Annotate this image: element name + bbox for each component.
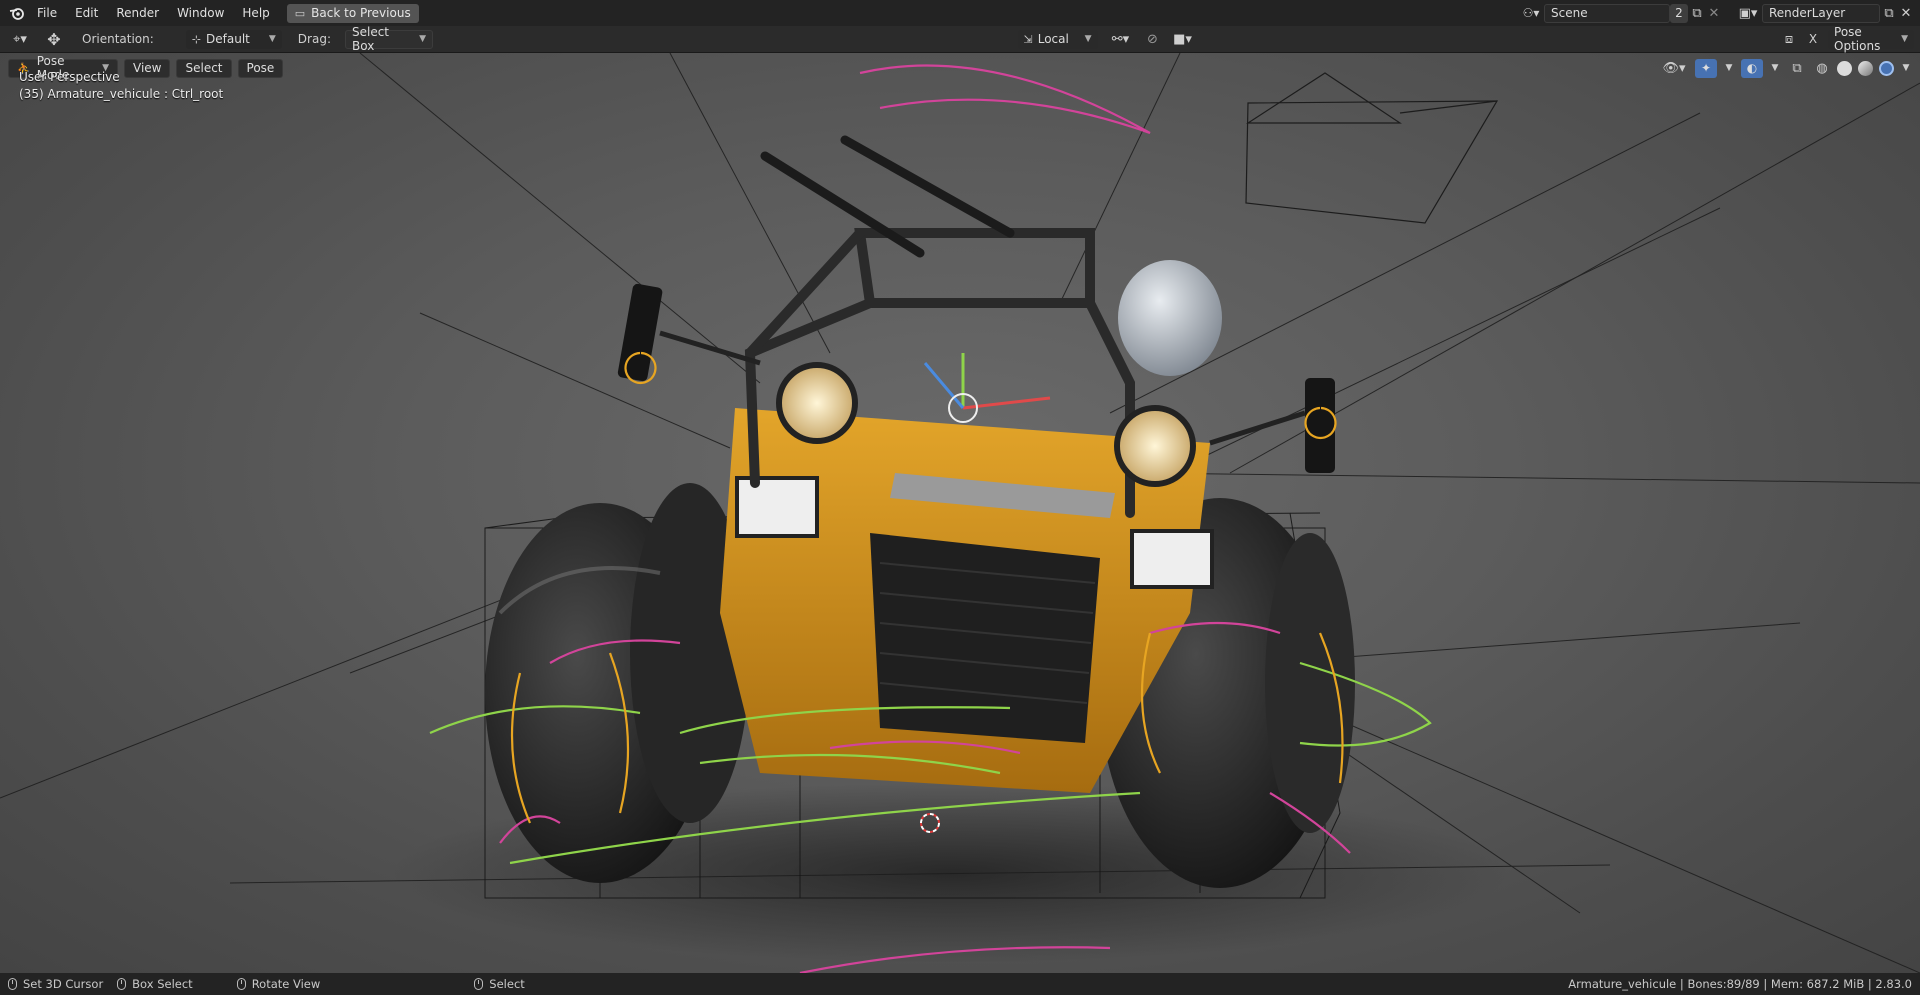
gizmo-icon[interactable]: ✦	[1695, 58, 1717, 78]
orientation-label: Orientation:	[82, 32, 154, 46]
menu-render[interactable]: Render	[107, 3, 168, 23]
wireframe-shading-icon[interactable]: ◍	[1813, 61, 1831, 76]
chevron-down-icon[interactable]: ▼	[1723, 63, 1735, 73]
screen-back-icon: ▭	[294, 6, 306, 20]
3d-viewport[interactable]: ⛹ Pose Mode ▼ View Select Pose 👁▾ ✦ ▼ ◐ …	[0, 53, 1920, 973]
chevron-down-icon: ▼	[1084, 34, 1092, 44]
delete-view-layer-icon[interactable]: ✕	[1898, 6, 1914, 21]
status-hint-rotate: Rotate View	[236, 977, 321, 991]
mouse-middle-icon	[236, 978, 246, 990]
viewport-header: ⛹ Pose Mode ▼ View Select Pose 👁▾ ✦ ▼ ◐ …	[0, 54, 1920, 82]
scene-type-icon[interactable]: ⚇▾	[1518, 6, 1544, 20]
scene-users-count: 2	[1670, 3, 1688, 23]
transform-orientation-dropdown[interactable]: ⇲ Local ▼	[1017, 29, 1098, 49]
menu-window[interactable]: Window	[168, 3, 233, 23]
viewport-menu-select[interactable]: Select	[176, 58, 232, 78]
scene-name: Scene	[1551, 6, 1588, 20]
status-hint-label: Select	[489, 977, 525, 991]
overlays-icon[interactable]: ◐	[1741, 58, 1763, 78]
scene-users-label: 2	[1675, 6, 1683, 20]
pivot-point-icon[interactable]: ⚯▾	[1106, 32, 1136, 47]
drag-dropdown[interactable]: Select Box ▼	[344, 25, 433, 53]
viewport-menu-pose[interactable]: Pose	[237, 58, 284, 78]
view-layer-name: RenderLayer	[1769, 6, 1846, 20]
local-axes-icon: ⇲	[1023, 32, 1033, 46]
status-hint-select: Select	[474, 977, 525, 991]
scene-render	[0, 53, 1920, 973]
view-layer-icon[interactable]: ▣▾	[1734, 6, 1762, 21]
tool-settings-bar: ⌖▾ ✥ Orientation: ⊹ Default ▼ Drag: Sele…	[0, 25, 1920, 53]
material-shading-icon[interactable]	[1858, 60, 1873, 76]
editor-type-icon[interactable]: ⌖▾	[6, 32, 34, 47]
gizmo-toggle-icon[interactable]: ⧈	[1780, 32, 1798, 47]
delete-scene-icon[interactable]: ✕	[1706, 6, 1722, 21]
back-to-previous-label: Back to Previous	[311, 6, 411, 20]
transform-tool-icon[interactable]: ✥	[42, 30, 66, 49]
blender-logo-icon[interactable]	[6, 6, 28, 20]
chevron-down-icon: ▼	[268, 34, 276, 44]
status-hint-set-cursor: Set 3D Cursor	[8, 977, 103, 991]
chevron-down-icon[interactable]: ▼	[1900, 63, 1912, 73]
mouse-left-icon	[8, 978, 17, 990]
view-perspective-label: User Perspective	[19, 70, 120, 84]
back-to-previous-button[interactable]: ▭ Back to Previous	[286, 3, 419, 23]
status-hint-label: Rotate View	[251, 977, 321, 991]
xray-icon[interactable]: ⧉	[1787, 61, 1807, 76]
orientation-dropdown[interactable]: ⊹ Default ▼	[185, 29, 282, 49]
orientation-value: Default	[206, 32, 250, 46]
new-scene-icon[interactable]: ⧉	[1688, 6, 1706, 21]
snap-target-icon[interactable]: ■▾	[1170, 32, 1196, 47]
visibility-eye-icon[interactable]: 👁▾	[1659, 61, 1689, 76]
viewport-menu-view[interactable]: View	[124, 58, 171, 78]
rendered-shading-icon[interactable]	[1879, 60, 1894, 76]
drag-value: Select Box	[351, 25, 390, 53]
view-layer-selector[interactable]: RenderLayer	[1762, 3, 1880, 23]
new-view-layer-icon[interactable]: ⧉	[1880, 6, 1898, 21]
snap-icon[interactable]: ⊘	[1144, 32, 1162, 47]
chevron-down-icon: ▼	[419, 34, 426, 44]
menu-edit[interactable]: Edit	[66, 3, 107, 23]
status-hint-box-select: Box Select	[117, 977, 193, 991]
status-hint-label: Set 3D Cursor	[23, 977, 104, 991]
pose-options-label: Pose Options	[1834, 25, 1881, 53]
chevron-down-icon: ▼	[1901, 34, 1909, 44]
mouse-drag-icon	[117, 978, 127, 990]
transform-space-value: Local	[1037, 32, 1069, 46]
pose-options-dropdown[interactable]: Pose Options ▼	[1828, 25, 1915, 53]
x-mirror-icon[interactable]: X	[1806, 32, 1820, 46]
status-hint-label: Box Select	[132, 977, 193, 991]
menu-help[interactable]: Help	[233, 3, 278, 23]
mouse-right-icon	[474, 978, 484, 990]
top-bar: File Edit Render Window Help ▭ Back to P…	[0, 0, 1920, 26]
scene-statistics: Armature_vehicule | Bones:89/89 | Mem: 6…	[1568, 977, 1912, 991]
drag-label: Drag:	[297, 32, 331, 46]
status-bar: Set 3D Cursor Box Select Rotate View Sel…	[0, 973, 1920, 995]
orientation-axes-icon: ⊹	[191, 32, 202, 46]
active-object-info: (35) Armature_vehicule : Ctrl_root	[19, 87, 224, 101]
scene-selector[interactable]: Scene	[1544, 3, 1670, 23]
chevron-down-icon[interactable]: ▼	[1769, 63, 1781, 73]
solid-shading-icon[interactable]	[1837, 60, 1852, 76]
menu-file[interactable]: File	[28, 3, 66, 23]
